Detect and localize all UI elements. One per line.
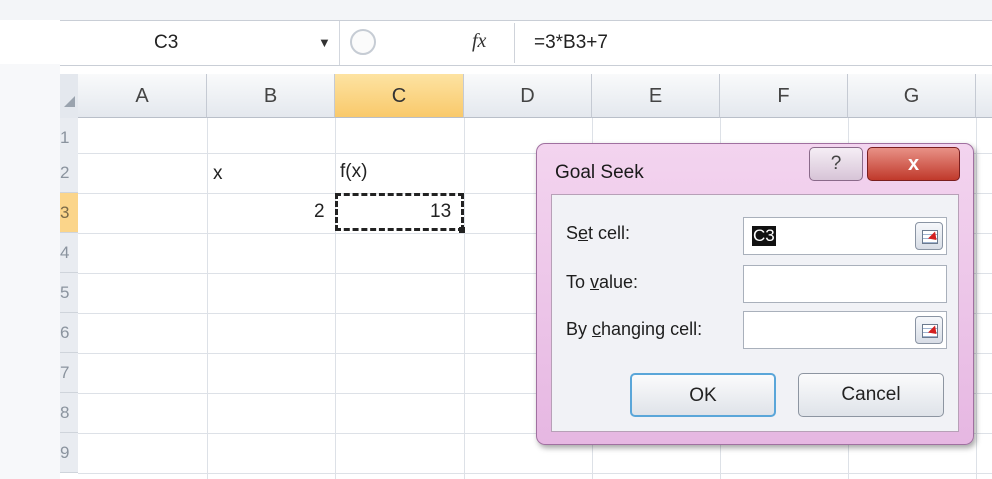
active-cell-marquee[interactable]	[335, 193, 464, 231]
gridline	[78, 473, 992, 474]
chevron-down-icon[interactable]: ▼	[318, 35, 331, 50]
name-box-value[interactable]: C3	[154, 32, 178, 54]
cancel-formula-icon[interactable]	[350, 29, 376, 55]
row-header-9[interactable]: 9	[60, 433, 78, 473]
goal-seek-dialog: Goal Seek ? x Set cell: C3 To value: By …	[536, 143, 974, 445]
divider	[514, 23, 515, 63]
formula-buttons: fx	[342, 21, 512, 65]
row-header-1[interactable]: 1	[60, 118, 78, 158]
set-cell-value[interactable]: C3	[752, 226, 776, 246]
column-header-d[interactable]: D	[464, 74, 592, 118]
column-header-f[interactable]: F	[720, 74, 848, 118]
cell-b2[interactable]: x	[213, 163, 223, 185]
dialog-title: Goal Seek	[555, 162, 644, 183]
gridline	[335, 118, 336, 479]
left-gutter	[0, 64, 60, 479]
column-header-e[interactable]: E	[592, 74, 720, 118]
row-header-2[interactable]: 2	[60, 153, 78, 193]
row-header-8[interactable]: 8	[60, 393, 78, 433]
column-header-h[interactable]	[976, 74, 992, 118]
dialog-body: Set cell: C3 To value: By changing cell:…	[551, 194, 959, 432]
by-changing-cell-input[interactable]	[743, 311, 947, 349]
row-header-7[interactable]: 7	[60, 353, 78, 393]
column-header-b[interactable]: B	[207, 74, 335, 118]
ribbon-strip	[0, 0, 992, 20]
set-cell-input[interactable]: C3	[743, 217, 947, 255]
row-header-5[interactable]: 5	[60, 273, 78, 313]
row-header-3[interactable]: 3	[60, 193, 78, 233]
cell-c2[interactable]: f(x)	[340, 161, 367, 183]
insert-function-icon[interactable]: fx	[472, 30, 486, 53]
set-cell-label: Set cell:	[566, 223, 631, 243]
row-header-4[interactable]: 4	[60, 233, 78, 273]
help-button[interactable]: ?	[809, 147, 863, 181]
close-button[interactable]: x	[867, 147, 960, 181]
select-all-button[interactable]	[60, 74, 78, 118]
formula-bar: C3 ▼ fx =3*B3+7	[60, 20, 992, 66]
column-header-a[interactable]: A	[78, 74, 207, 118]
gridline	[976, 118, 977, 479]
formula-input[interactable]: =3*B3+7	[534, 32, 608, 54]
ok-button[interactable]: OK	[630, 373, 776, 417]
to-value-label: To value:	[566, 272, 639, 292]
gridline	[207, 118, 208, 479]
gridline	[464, 118, 465, 479]
fill-handle[interactable]	[459, 227, 465, 233]
collapse-dialog-button[interactable]	[915, 222, 943, 250]
select-all-icon	[64, 96, 75, 107]
row-header-6[interactable]: 6	[60, 313, 78, 353]
to-value-input[interactable]	[743, 265, 947, 303]
column-header-g[interactable]: G	[848, 74, 976, 118]
collapse-dialog-button[interactable]	[915, 316, 943, 344]
cancel-button[interactable]: Cancel	[798, 373, 944, 417]
by-changing-cell-label: By changing cell:	[566, 319, 703, 339]
column-header-c[interactable]: C	[335, 74, 464, 118]
name-box[interactable]: C3 ▼	[60, 21, 340, 65]
cell-b3[interactable]: 2	[314, 201, 325, 223]
